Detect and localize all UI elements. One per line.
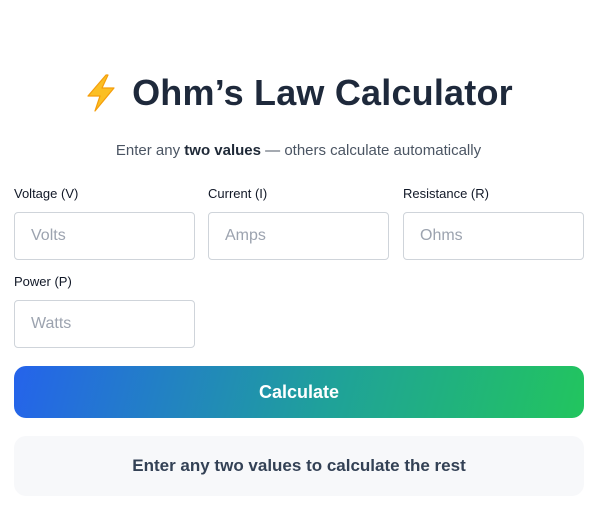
resistance-input[interactable] [403, 212, 584, 260]
power-input[interactable] [14, 300, 195, 348]
voltage-input[interactable] [14, 212, 195, 260]
resistance-label: Resistance (R) [403, 186, 489, 201]
calculator-page: Ohm’s Law Calculator Enter any two value… [0, 0, 597, 507]
page-header: Ohm’s Law Calculator [0, 68, 597, 118]
instructions-text: Enter any two values — others calculate … [0, 142, 597, 159]
resistance-field-group: Resistance (R) [403, 185, 584, 260]
lightning-bolt-icon [84, 73, 118, 113]
voltage-label: Voltage (V) [14, 186, 79, 201]
current-input[interactable] [208, 212, 389, 260]
calculate-button[interactable]: Calculate [14, 366, 584, 418]
power-label: Power (P) [14, 274, 72, 289]
instructions-emphasis: two values [184, 142, 261, 159]
current-label: Current (I) [208, 186, 268, 201]
result-panel: Enter any two values to calculate the re… [14, 436, 584, 496]
page-title: Ohm’s Law Calculator [132, 72, 513, 113]
power-field-group: Power (P) [14, 273, 195, 348]
current-field-group: Current (I) [208, 185, 389, 260]
voltage-field-group: Voltage (V) [14, 185, 195, 260]
result-message: Enter any two values to calculate the re… [132, 456, 466, 475]
instructions-prefix: Enter any [115, 142, 185, 159]
instructions-suffix: — others calculate automatically [260, 142, 482, 159]
